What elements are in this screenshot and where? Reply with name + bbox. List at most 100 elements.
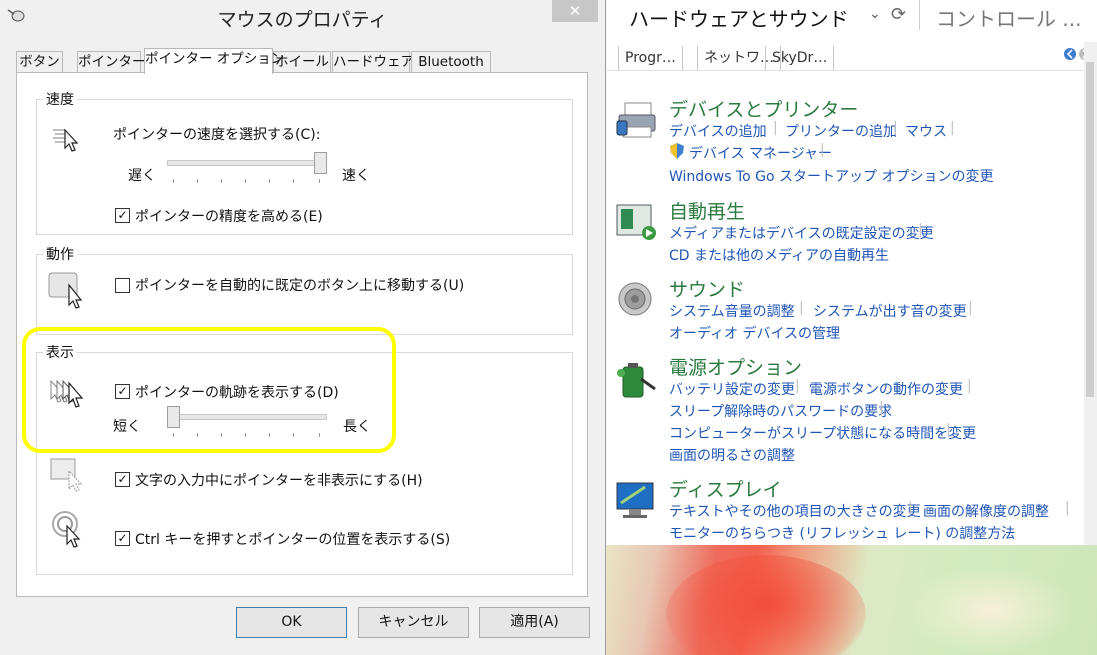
link-screen-resolution[interactable]: 画面の解像度の調整 xyxy=(923,501,1049,521)
favorite-item[interactable]: Progr… xyxy=(618,46,683,70)
slider-tick xyxy=(269,179,270,183)
wallpaper-flower xyxy=(666,555,866,655)
dialog-title: マウスのプロパティ xyxy=(217,9,388,31)
section-title[interactable]: 自動再生 xyxy=(669,197,745,224)
link-add-printer[interactable]: プリンターの追加 xyxy=(785,121,897,141)
separator: | xyxy=(879,400,884,416)
section-title[interactable]: サウンド xyxy=(669,275,745,302)
trail-slider-thumb[interactable] xyxy=(167,406,180,428)
precision-label[interactable]: ポインターの精度を高める(E) xyxy=(135,206,323,226)
section-title[interactable]: デバイスとプリンター xyxy=(669,95,858,122)
tab-bluetooth[interactable]: Bluetooth xyxy=(411,51,491,73)
trail-slider-track xyxy=(167,414,327,420)
search-input[interactable]: コントロール ... xyxy=(936,3,1081,32)
separator: | xyxy=(893,120,898,136)
ok-button[interactable]: OK xyxy=(236,607,347,638)
autoplay-icon xyxy=(615,203,657,245)
refresh-icon[interactable]: ⟳ xyxy=(891,4,906,25)
link-refresh-rate[interactable]: モニターのちらつき (リフレッシュ レート) の調整方法 xyxy=(669,523,1015,543)
trails-label[interactable]: ポインターの軌跡を表示する(D) xyxy=(135,382,339,402)
separator: | xyxy=(918,222,923,238)
separator: | xyxy=(946,422,951,438)
snap-to-button-icon xyxy=(47,271,89,315)
hide-while-typing-checkbox[interactable]: ✓ xyxy=(115,472,130,487)
snap-group-label: 動作 xyxy=(43,244,77,264)
speed-label: ポインターの速度を選択する(C): xyxy=(113,127,321,143)
tab-hardware[interactable]: ハードウェア xyxy=(332,51,414,73)
scrollbar-thumb[interactable] xyxy=(1086,62,1094,397)
link-power-button[interactable]: 電源ボタンの動作の変更 xyxy=(809,379,963,399)
printer-icon xyxy=(615,101,657,143)
motion-group-label: 速度 xyxy=(43,89,77,109)
short-label: 短く xyxy=(113,419,141,435)
slider-tick xyxy=(293,433,294,437)
trail-length-slider[interactable] xyxy=(167,406,327,440)
snap-to-group: 動作 ポインターを自動的に既定のボタン上に移動する(U) xyxy=(36,244,573,335)
tab-pointer-options[interactable]: ポインター オプション xyxy=(144,48,284,74)
address-breadcrumb[interactable]: ハードウェアとサウンド xyxy=(629,3,849,32)
title-bar: マウスのプロパティ ✕ xyxy=(0,0,605,34)
link-windows-to-go[interactable]: Windows To Go スタートアップ オプションの変更 xyxy=(669,166,993,186)
link-screen-brightness[interactable]: 画面の明るさの調整 xyxy=(669,445,795,465)
vertical-scrollbar[interactable] xyxy=(1084,42,1097,545)
close-button[interactable]: ✕ xyxy=(552,0,598,22)
apply-button[interactable]: 適用(A) xyxy=(479,607,590,638)
slow-label: 遅く xyxy=(128,168,156,184)
control-panel-window: ハードウェアとサウンド ⌄ ⟳ コントロール ... Progr… ネットワ… … xyxy=(607,0,1097,545)
link-autoplay-cd[interactable]: CD または他のメディアの自動再生 xyxy=(669,245,889,265)
separator: | xyxy=(820,142,825,158)
link-text-size[interactable]: テキストやその他の項目の大きさの変更 xyxy=(669,501,921,521)
close-icon: ✕ xyxy=(568,2,582,20)
pointer-speed-icon xyxy=(51,124,81,158)
battery-icon xyxy=(615,359,657,401)
desktop-wallpaper xyxy=(606,545,1097,655)
address-bar[interactable]: ハードウェアとサウンド ⌄ ⟳ コントロール ... xyxy=(607,0,1097,32)
slider-tick xyxy=(319,433,320,437)
pointer-options-panel: 速度 ポインターの速度を選択する(C): 遅く 速く ✓ ポインターの精度を高め… xyxy=(16,72,588,597)
link-require-password[interactable]: スリープ解除時のパスワードの要求 xyxy=(669,401,892,421)
shield-icon xyxy=(669,142,685,164)
slider-tick xyxy=(293,179,294,183)
favorite-item[interactable]: SkyDr… xyxy=(765,46,835,70)
slider-tick xyxy=(245,433,246,437)
tab-pointers[interactable]: ポインター xyxy=(77,51,146,73)
separator: | xyxy=(795,378,800,394)
show-location-checkbox[interactable]: ✓ xyxy=(115,531,130,546)
slider-tick xyxy=(173,433,174,437)
visibility-group-label: 表示 xyxy=(43,342,77,362)
link-sleep-time[interactable]: コンピューターがスリープ状態になる時間を変更 xyxy=(669,423,976,443)
precision-checkbox[interactable]: ✓ xyxy=(115,208,130,223)
slider-tick xyxy=(245,179,246,183)
snap-label[interactable]: ポインターを自動的に既定のボタン上に移動する(U) xyxy=(135,275,464,295)
show-location-label[interactable]: Ctrl キーを押すとポインターの位置を表示する(S) xyxy=(135,529,450,549)
pointer-trails-icon xyxy=(47,377,87,415)
trails-checkbox[interactable]: ✓ xyxy=(115,384,130,399)
link-mouse[interactable]: マウス xyxy=(905,121,947,141)
link-change-media-defaults[interactable]: メディアまたはデバイスの既定設定の変更 xyxy=(669,223,934,243)
visibility-group: 表示 ✓ ポインターの軌跡を表示する(D) 短く 長く ✓ 文字の入力中にポイン… xyxy=(36,342,573,575)
link-device-manager[interactable]: デバイス マネージャー xyxy=(689,143,832,163)
separator: | xyxy=(799,300,804,316)
slider-tick xyxy=(221,433,222,437)
link-manage-audio-devices[interactable]: オーディオ デバイスの管理 xyxy=(669,323,840,343)
tab-buttons[interactable]: ボタン xyxy=(16,51,63,73)
link-adjust-volume[interactable]: システム音量の調整 xyxy=(669,301,795,321)
link-battery-settings[interactable]: バッテリ設定の変更 xyxy=(669,379,795,399)
search-box[interactable]: コントロール ... xyxy=(919,0,1097,32)
link-add-device[interactable]: デバイスの追加 xyxy=(669,121,767,141)
slider-tick xyxy=(197,433,198,437)
chevron-down-icon[interactable]: ⌄ xyxy=(869,6,881,22)
cancel-button[interactable]: キャンセル xyxy=(358,607,469,638)
speed-slider-thumb[interactable] xyxy=(314,152,327,174)
speed-slider[interactable] xyxy=(167,152,327,186)
slider-tick xyxy=(269,433,270,437)
section-title[interactable]: ディスプレイ xyxy=(669,475,782,502)
hide-while-typing-icon xyxy=(49,457,89,497)
section-title[interactable]: 電源オプション xyxy=(669,353,802,380)
hide-while-typing-label[interactable]: 文字の入力中にポインターを非表示にする(H) xyxy=(135,470,423,490)
show-location-icon xyxy=(51,510,91,554)
slider-tick xyxy=(319,179,320,183)
link-change-system-sounds[interactable]: システムが出す音の変更 xyxy=(813,301,967,321)
snap-checkbox[interactable] xyxy=(115,278,130,293)
long-label: 長く xyxy=(343,419,371,435)
